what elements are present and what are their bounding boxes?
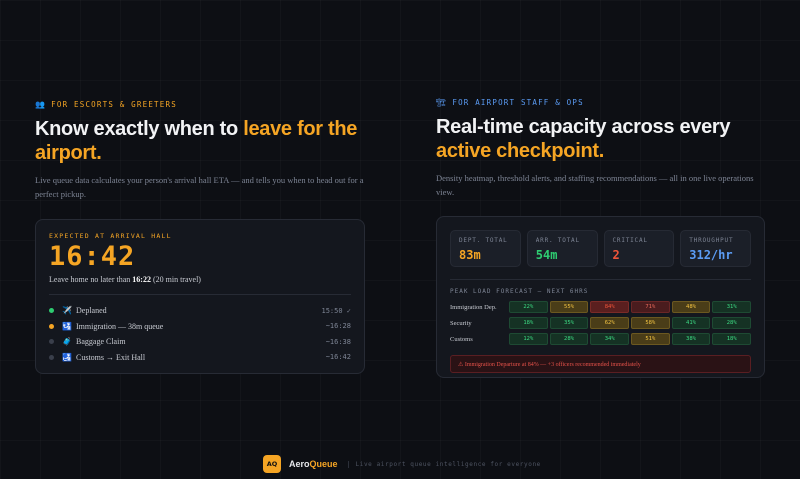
customs-icon: 🛃	[62, 352, 72, 362]
heatmap-cell[interactable]: 62%	[590, 317, 630, 329]
staff-headline: Real-time capacity across every active c…	[436, 115, 766, 163]
eta-time: 16:42	[49, 241, 136, 272]
heatmap-row: Immigration Dep. 22% 55% 84% 71% 48% 31%	[450, 301, 752, 313]
heatmap-cell[interactable]: 18%	[509, 317, 548, 329]
step-time: ~16:42	[325, 353, 351, 362]
escorts-headline: Know exactly when to leave for the airpo…	[35, 117, 365, 165]
eta-kicker: EXPECTED AT ARRIVAL HALL	[49, 232, 172, 240]
alert-banner[interactable]: ⚠ Immigration Departure at 84% — +3 offi…	[450, 355, 751, 373]
escorts-section: 👥 FOR ESCORTS & GREETERS Know exactly wh…	[35, 100, 365, 201]
leave-suffix: (20 min travel)	[150, 275, 201, 284]
heatmap-row-label: Security	[450, 319, 472, 327]
stat-label: THROUGHPUT	[689, 237, 734, 244]
stat-card: CRITICAL 2	[603, 230, 675, 267]
leave-time: 16:22	[132, 275, 151, 284]
journey-steps: ✈️ Deplaned 15:50 ✓ 🛂 Immigration — 38m queu…	[49, 303, 351, 365]
journey-step: 🛂 Immigration — 38m queue ~16:28	[49, 319, 351, 335]
heatmap-cell[interactable]: 31%	[712, 301, 752, 313]
step-label: Immigration — 38m queue	[76, 321, 164, 331]
eta-card: EXPECTED AT ARRIVAL HALL 16:42 Leave hom…	[35, 219, 365, 374]
brand-queue: Queue	[309, 459, 338, 469]
staff-kicker-label: FOR AIRPORT STAFF & OPS	[452, 98, 584, 107]
status-dot	[49, 354, 54, 360]
stat-label: ARR. TOTAL	[535, 237, 580, 244]
brand-aero: Aero	[289, 459, 310, 469]
tagline: Live airport queue intelligence for ever…	[347, 460, 541, 468]
people-icon: 👥	[35, 100, 47, 109]
forecast-title: PEAK LOAD FORECAST — NEXT 6HRS	[450, 279, 751, 295]
heatmap-row-label: Immigration Dep.	[450, 303, 497, 311]
staff-headline-accent: active checkpoint.	[436, 140, 604, 162]
luggage-icon: 🧳	[62, 337, 72, 347]
stat-value: 312/hr	[689, 248, 733, 262]
stat-card: THROUGHPUT 312/hr	[680, 230, 751, 267]
journey-step: ✈️ Deplaned 15:50 ✓	[49, 303, 351, 319]
step-label: Customs → Exit Hall	[76, 352, 146, 362]
ops-card: DEPT. TOTAL 83m ARR. TOTAL 54m CRITICAL 2 THRO…	[436, 216, 765, 378]
heatmap-row: Security 18% 35% 62% 58% 41% 28%	[450, 317, 752, 329]
staff-headline-plain: Real-time capacity across every	[436, 116, 731, 138]
step-time: ~16:38	[325, 337, 351, 346]
escorts-headline-plain: Know exactly when to	[35, 118, 244, 140]
footer: AQ AeroQueue Live airport queue intellig…	[263, 455, 541, 473]
staff-kicker: 🏗 FOR AIRPORT STAFF & OPS	[436, 98, 766, 107]
heatmap-cell[interactable]: 71%	[631, 301, 670, 313]
heatmap-cell[interactable]: 58%	[631, 317, 670, 329]
heatmap-cell[interactable]: 28%	[712, 317, 752, 329]
stat-label: CRITICAL	[612, 237, 648, 244]
plane-icon: ✈️	[62, 306, 72, 316]
journey-step: 🛃 Customs → Exit Hall ~16:42	[49, 350, 351, 366]
step-time: 15:50 ✓	[321, 306, 351, 315]
stat-label: DEPT. TOTAL	[459, 237, 508, 244]
stat-card: DEPT. TOTAL 83m	[450, 230, 521, 267]
building-icon: 🏗	[436, 98, 448, 107]
heatmap-cell[interactable]: 12%	[509, 333, 548, 345]
status-dot	[49, 323, 54, 329]
heatmap-cell[interactable]: 41%	[671, 317, 711, 329]
heatmap-cell[interactable]: 38%	[671, 333, 711, 345]
stat-value: 83m	[459, 248, 481, 262]
escorts-kicker-label: FOR ESCORTS & GREETERS	[51, 100, 177, 109]
heatmap-row: Customs 12% 28% 34% 51% 38% 18%	[450, 333, 752, 345]
staff-section: 🏗 FOR AIRPORT STAFF & OPS Real-time capa…	[436, 98, 766, 199]
logo[interactable]: AQ	[263, 455, 281, 473]
stat-value: 54m	[535, 248, 558, 262]
heatmap-cell[interactable]: 55%	[549, 301, 589, 313]
staff-subtitle: Density heatmap, threshold alerts, and s…	[436, 173, 754, 197]
heatmap: Immigration Dep. 22% 55% 84% 71% 48% 31% Securi…	[450, 301, 752, 345]
escorts-subtitle: Live queue data calculates your person's…	[35, 175, 364, 199]
status-dot	[49, 308, 54, 314]
step-time: ~16:28	[325, 322, 351, 331]
heatmap-cell[interactable]: 35%	[549, 317, 589, 329]
heatmap-cell[interactable]: 48%	[671, 301, 711, 313]
journey-step: 🧳 Baggage Claim ~16:38	[49, 334, 351, 350]
stat-value: 2	[612, 248, 620, 262]
heatmap-cell[interactable]: 18%	[712, 333, 752, 345]
step-label: Baggage Claim	[76, 337, 126, 347]
divider	[49, 294, 351, 295]
heatmap-cell[interactable]: 84%	[590, 301, 630, 313]
passport-icon: 🛂	[62, 321, 72, 331]
heatmap-cell[interactable]: 34%	[590, 333, 630, 345]
stats-row: DEPT. TOTAL 83m ARR. TOTAL 54m CRITICAL 2 THRO…	[450, 230, 751, 267]
brand-name[interactable]: AeroQueue	[289, 459, 338, 469]
heatmap-cell[interactable]: 28%	[549, 333, 589, 345]
step-label: Deplaned	[76, 306, 107, 316]
leave-prefix: Leave home no later than	[49, 275, 133, 284]
leave-home-line: Leave home no later than 16:22 (20 min t…	[49, 275, 351, 284]
status-dot	[49, 339, 54, 345]
escorts-kicker: 👥 FOR ESCORTS & GREETERS	[35, 100, 365, 109]
stat-card: ARR. TOTAL 54m	[526, 230, 598, 267]
heatmap-cell[interactable]: 22%	[509, 301, 548, 313]
heatmap-cell[interactable]: 51%	[631, 333, 670, 345]
heatmap-row-label: Customs	[450, 335, 473, 343]
